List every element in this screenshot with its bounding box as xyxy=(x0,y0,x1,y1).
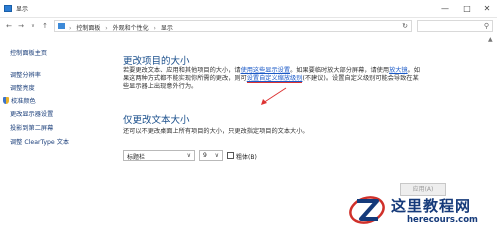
chevron-down-icon: ∨ xyxy=(214,152,219,159)
sidebar-item-cleartype[interactable]: 调整 ClearType 文本 xyxy=(10,137,69,146)
breadcrumb-control-panel[interactable]: 控制面板 xyxy=(76,25,100,32)
control-panel-icon xyxy=(58,23,65,29)
watermark: 这里教程网 herecours.com xyxy=(343,188,493,232)
scroll-up-arrow-icon[interactable]: ▲ xyxy=(488,36,493,43)
sidebar-item-adjust-brightness[interactable]: 调整亮度 xyxy=(10,83,35,92)
change-size-description-line3: 些显示器上出现意外行为。 xyxy=(123,83,198,90)
sidebar: 控制面板主页 调整分辨率 调整亮度 校准颜色 更改显示器设置 投影到第二屏幕 调… xyxy=(0,34,105,235)
sidebar-item-change-display-settings[interactable]: 更改显示器设置 xyxy=(10,109,53,118)
section-heading-text-size: 仅更改文本大小 xyxy=(123,115,190,126)
close-button[interactable]: ✕ xyxy=(479,0,495,16)
magnifier-link[interactable]: 放大镜 xyxy=(389,67,408,74)
annotation-arrow-icon xyxy=(261,87,287,105)
address-bar-row: ← → ∨ ↑ › 控制面板 › 外观和个性化 › 显示 ↻ ⚲ xyxy=(0,19,497,34)
search-input[interactable]: ⚲ xyxy=(417,20,493,32)
section-heading-change-size: 更改项目的大小 xyxy=(123,56,190,67)
refresh-icon[interactable]: ↻ xyxy=(402,22,408,30)
sidebar-item-calibrate-color[interactable]: 校准颜色 xyxy=(3,96,36,105)
sidebar-item-project-second-screen[interactable]: 投影到第二屏幕 xyxy=(10,123,53,132)
bold-checkbox-label[interactable]: 粗体(B) xyxy=(236,152,257,161)
font-size-select[interactable]: 9 ∨ xyxy=(199,150,223,161)
address-box[interactable]: › 控制面板 › 外观和个性化 › 显示 ↻ xyxy=(54,20,412,32)
minimize-button[interactable]: — xyxy=(437,0,453,16)
breadcrumb-appearance[interactable]: 外观和个性化 xyxy=(113,25,149,32)
change-size-description: 若要更改文本、应用和其他项目的大小，请使用这些显示设置。如果要临时放大部分屏幕，… xyxy=(123,67,420,74)
recent-locations-chevron-icon[interactable]: ∨ xyxy=(28,21,38,31)
search-icon: ⚲ xyxy=(483,22,489,30)
watermark-logo-icon xyxy=(349,196,385,224)
breadcrumb: › 控制面板 › 外观和个性化 › 显示 xyxy=(69,25,173,32)
up-arrow-icon[interactable]: ↑ xyxy=(40,21,50,31)
change-size-description-line2: 果这两种方式都不能实现你所需的更改，则可设置自定义缩放级别(不建议)。设置自定义… xyxy=(123,75,419,83)
window-title: 显示 xyxy=(16,6,29,13)
sidebar-item-control-panel-home[interactable]: 控制面板主页 xyxy=(10,48,47,57)
chevron-down-icon: ∨ xyxy=(186,152,191,159)
item-select[interactable]: 标题栏 ∨ xyxy=(123,150,195,161)
back-arrow-icon[interactable]: ← xyxy=(4,21,14,31)
display-app-icon xyxy=(4,5,12,12)
forward-arrow-icon[interactable]: → xyxy=(16,21,26,31)
sidebar-item-adjust-resolution[interactable]: 调整分辨率 xyxy=(10,70,41,79)
text-size-description: 还可以不更改桌面上所有项目的大小，只更改指定项目的文本大小。 xyxy=(123,128,309,135)
bold-checkbox[interactable] xyxy=(227,152,234,159)
display-settings-link[interactable]: 使用这些显示设置 xyxy=(241,67,291,74)
breadcrumb-display[interactable]: 显示 xyxy=(161,25,173,32)
maximize-button[interactable]: □ xyxy=(459,0,475,16)
watermark-title: 这里教程网 xyxy=(391,197,472,215)
watermark-url: herecours.com xyxy=(407,215,478,225)
shield-icon xyxy=(3,97,9,104)
title-bar: 显示 — □ ✕ xyxy=(0,0,497,18)
custom-scaling-link[interactable]: 设置自定义缩放级别 xyxy=(246,75,303,83)
